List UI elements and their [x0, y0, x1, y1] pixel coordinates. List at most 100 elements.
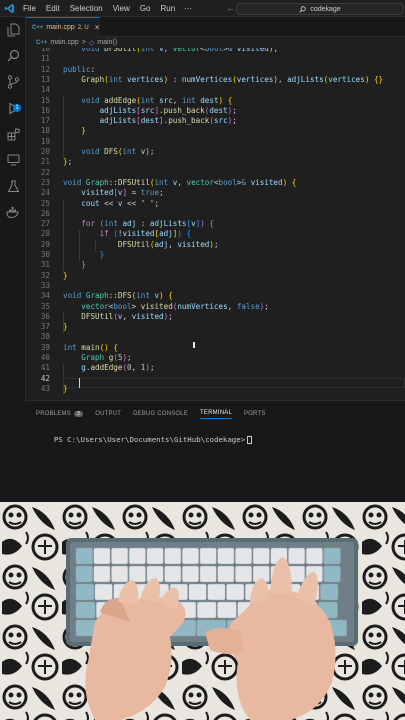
- keycap: [196, 601, 217, 619]
- menu-go[interactable]: Go: [135, 4, 156, 13]
- breadcrumb-file[interactable]: main.cpp: [50, 39, 78, 46]
- line-number: 31: [40, 260, 50, 270]
- menu-view[interactable]: View: [108, 4, 135, 13]
- keycap: [217, 601, 237, 619]
- tab-problems-label: PROBLEMS: [36, 410, 71, 417]
- code-line[interactable]: 39 int main() {: [26, 343, 405, 353]
- line-number: 21: [40, 157, 50, 167]
- tab-output[interactable]: OUTPUT: [95, 408, 121, 419]
- tab-terminal[interactable]: TERMINAL: [200, 408, 232, 419]
- keycap: [207, 583, 226, 601]
- close-icon[interactable]: ×: [95, 23, 100, 32]
- source-control-icon[interactable]: [5, 74, 21, 90]
- code-line[interactable]: 17 adjLists[dest].push_back(src);: [26, 116, 405, 126]
- keycap: [146, 547, 164, 565]
- breadcrumb-function[interactable]: main(): [97, 39, 117, 46]
- menu-more-button[interactable]: ···: [180, 4, 196, 13]
- code-text: DFSUtil(v, visited);: [81, 311, 173, 321]
- code-line[interactable]: 21};: [26, 157, 405, 167]
- line-number: 19: [40, 136, 50, 146]
- menu-edit[interactable]: Edit: [41, 4, 65, 13]
- breadcrumb-separator: >: [81, 39, 86, 46]
- keycap: [93, 547, 111, 565]
- code-line[interactable]: 12 public:: [26, 65, 405, 75]
- code-text: cout << v << " ";: [81, 198, 160, 208]
- code-line[interactable]: 30 }: [26, 250, 405, 260]
- extensions-icon[interactable]: [5, 126, 21, 142]
- code-text: void addEdge(int src, int dest) {: [81, 95, 233, 105]
- editor-tab-bar: C++ main.cpp 2, U ×: [26, 17, 405, 37]
- line-number: 25: [40, 198, 50, 208]
- code-line[interactable]: 18 }: [26, 126, 405, 136]
- keycap: [305, 547, 323, 565]
- code-line[interactable]: 41 g.addEdge(0, 1);: [26, 363, 405, 373]
- terminal-prompt: PS C:\Users\User\Documents\GitHub\codeka…: [53, 435, 246, 444]
- keycap: [111, 565, 129, 583]
- code-line[interactable]: 33: [26, 281, 405, 291]
- line-number: 39: [40, 342, 50, 352]
- tab-problems[interactable]: PROBLEMS 2: [36, 408, 84, 419]
- line-number: 11: [40, 54, 50, 64]
- code-line[interactable]: 26: [26, 209, 405, 219]
- code-line[interactable]: 27 for (int adj : adjLists[v]) {: [26, 219, 405, 229]
- tab-ports[interactable]: PORTS: [244, 408, 266, 419]
- code-line[interactable]: 38: [26, 332, 405, 342]
- code-text: public:: [63, 64, 96, 74]
- line-number: 27: [40, 219, 50, 229]
- code-line[interactable]: 24 visited[v] = true;: [26, 188, 405, 198]
- line-number: 30: [40, 250, 50, 259]
- code-line[interactable]: 40 Graph g(5);: [26, 353, 405, 363]
- keycap: [164, 547, 182, 565]
- code-text: }: [63, 383, 68, 393]
- explorer-icon[interactable]: [5, 22, 21, 38]
- keycap: [199, 547, 217, 565]
- tab-main-cpp[interactable]: C++ main.cpp 2, U ×: [26, 17, 100, 37]
- terminal-output[interactable]: PS C:\Users\User\Documents\GitHub\codeka…: [36, 426, 253, 453]
- code-text: void DFS(int v);: [81, 147, 155, 156]
- code-editor[interactable]: 10 void DFSUtil(int v, vector<bool>& vis…: [26, 48, 405, 400]
- code-line[interactable]: 23 void Graph::DFSUtil(int v, vector<bool…: [26, 178, 405, 188]
- line-number: 28: [40, 229, 50, 239]
- code-line[interactable]: 16 adjLists[src].push_back(dest);: [26, 106, 405, 116]
- line-number: 32: [40, 270, 50, 280]
- code-line[interactable]: 20 void DFS(int v);: [26, 147, 405, 157]
- terminal-cursor: [247, 436, 253, 444]
- code-line[interactable]: 34 void Graph::DFS(int v) {: [26, 291, 405, 301]
- code-text: adjLists[src].push_back(dest);: [99, 105, 237, 115]
- code-line[interactable]: 42: [26, 374, 405, 384]
- menu-selection[interactable]: Selection: [65, 4, 108, 13]
- tab-label: main.cpp: [46, 24, 75, 31]
- testing-icon[interactable]: [5, 178, 21, 194]
- code-line[interactable]: 43}: [26, 384, 405, 394]
- menu-file[interactable]: File: [18, 4, 41, 13]
- code-text: visited[v] = true;: [81, 188, 164, 198]
- code-text: }: [81, 260, 86, 270]
- search-icon: [299, 5, 307, 13]
- code-line[interactable]: 32}: [26, 271, 405, 281]
- line-number: 24: [40, 188, 50, 198]
- code-line[interactable]: 25 cout << v << " ";: [26, 199, 405, 209]
- code-line[interactable]: 19: [26, 137, 405, 147]
- back-arrow-icon[interactable]: ←: [226, 3, 235, 13]
- command-center-search[interactable]: codekage: [236, 3, 404, 15]
- code-line[interactable]: 31 }: [26, 260, 405, 270]
- code-line[interactable]: 37}: [26, 322, 405, 332]
- code-text: }: [81, 126, 86, 136]
- code-line[interactable]: 11: [26, 54, 405, 64]
- code-line[interactable]: 14: [26, 85, 405, 95]
- code-text: };: [63, 157, 73, 167]
- code-line[interactable]: 13 Graph(int vertices) : numVertices(ver…: [26, 75, 405, 85]
- remote-explorer-icon[interactable]: [5, 152, 21, 168]
- code-line[interactable]: 35 vector<bool> visited(numVertices, fal…: [26, 302, 405, 312]
- problems-count-badge: 2: [73, 410, 84, 417]
- code-line[interactable]: 22: [26, 168, 405, 178]
- code-line[interactable]: 15 void addEdge(int src, int dest) {: [26, 96, 405, 106]
- code-line[interactable]: 36 DFSUtil(v, visited);: [26, 312, 405, 322]
- menu-run[interactable]: Run: [155, 4, 180, 13]
- tab-debug-console[interactable]: DEBUG CONSOLE: [133, 408, 188, 419]
- code-line[interactable]: 29 DFSUtil(adj, visited);: [26, 240, 405, 250]
- search-view-icon[interactable]: [5, 47, 21, 63]
- code-line[interactable]: 28 if (!visited[adj]) {: [26, 229, 405, 239]
- keycap: [128, 565, 146, 583]
- docker-icon[interactable]: [5, 204, 21, 220]
